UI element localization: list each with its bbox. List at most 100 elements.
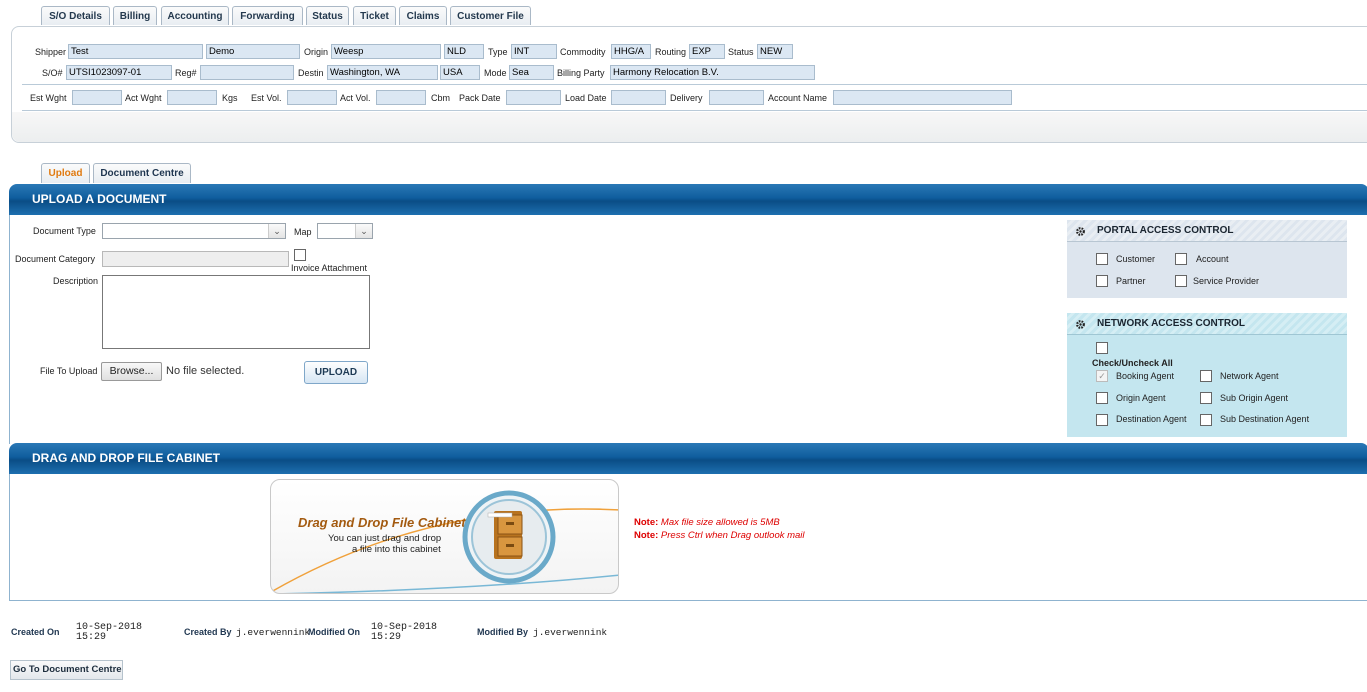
destin-field[interactable]: Washington, WA xyxy=(327,65,438,80)
network-access-header: NETWORK ACCESS CONTROL xyxy=(1067,313,1347,335)
est-wght-label: Est Wght xyxy=(30,93,67,103)
act-vol-field[interactable] xyxy=(376,90,426,105)
origin-field[interactable]: Weesp xyxy=(331,44,441,59)
gear-icon xyxy=(1076,320,1085,329)
portal-access-title: PORTAL ACCESS CONTROL xyxy=(1097,225,1234,236)
tab-so-details[interactable]: S/O Details xyxy=(41,6,110,25)
sub-destination-agent-checkbox[interactable] xyxy=(1200,414,1212,426)
routing-label: Routing xyxy=(655,47,687,57)
shipper-field[interactable]: Test xyxy=(68,44,203,59)
divider xyxy=(22,110,1367,111)
tab-claims[interactable]: Claims xyxy=(399,6,447,25)
partner-checkbox[interactable] xyxy=(1096,275,1108,287)
customer-label: Customer xyxy=(1116,254,1156,264)
act-wght-field[interactable] xyxy=(167,90,217,105)
note-ctrl-drag: Note: Press Ctrl when Drag outlook mail xyxy=(634,530,805,541)
upload-section-header: UPLOAD A DOCUMENT xyxy=(9,184,1367,215)
booking-agent-checkbox: ✓ xyxy=(1096,370,1108,382)
modified-on-label: Modified On xyxy=(308,627,360,637)
cbm-label: Cbm xyxy=(431,93,451,103)
invoice-attachment-checkbox[interactable] xyxy=(294,249,306,261)
document-category-field[interactable] xyxy=(102,251,289,267)
tab-customer-file[interactable]: Customer File xyxy=(450,6,531,25)
act-wght-label: Act Wght xyxy=(125,93,162,103)
tab-upload[interactable]: Upload xyxy=(41,163,90,183)
shipper-label: Shipper xyxy=(35,47,67,57)
destination-agent-checkbox[interactable] xyxy=(1096,414,1108,426)
pack-date-field[interactable] xyxy=(506,90,561,105)
commodity-field[interactable]: HHG/A xyxy=(611,44,651,59)
account-checkbox[interactable] xyxy=(1175,253,1187,265)
map-select[interactable]: ⌄ xyxy=(317,223,373,239)
status-field[interactable]: NEW xyxy=(757,44,793,59)
origin-agent-checkbox[interactable] xyxy=(1096,392,1108,404)
tab-billing[interactable]: Billing xyxy=(113,6,157,25)
delivery-field[interactable] xyxy=(709,90,764,105)
shipper-name-field[interactable]: Demo xyxy=(206,44,300,59)
service-provider-label: Service Provider xyxy=(1193,276,1260,286)
commodity-label: Commodity xyxy=(560,47,606,57)
pack-date-label: Pack Date xyxy=(459,93,501,103)
check-all-label: Check/Uncheck All xyxy=(1092,358,1173,368)
sub-destination-agent-label: Sub Destination Agent xyxy=(1220,414,1310,424)
network-agent-label: Network Agent xyxy=(1220,371,1279,381)
sub-origin-agent-checkbox[interactable] xyxy=(1200,392,1212,404)
portal-access-header: PORTAL ACCESS CONTROL xyxy=(1067,220,1347,242)
customer-checkbox[interactable] xyxy=(1096,253,1108,265)
invoice-attachment-label: Invoice Attachment xyxy=(291,263,368,273)
modified-by-value: j.everwennink xyxy=(533,627,608,638)
document-type-select[interactable]: ⌄ xyxy=(102,223,286,239)
created-by-value: j.everwennink xyxy=(236,627,311,638)
created-on-label: Created On xyxy=(11,627,60,637)
so-number-field[interactable]: UTSI1023097-01 xyxy=(66,65,172,80)
account-name-field[interactable] xyxy=(833,90,1012,105)
chevron-down-icon: ⌄ xyxy=(268,224,285,238)
partner-label: Partner xyxy=(1116,276,1146,286)
modified-by-label: Modified By xyxy=(477,627,528,637)
document-type-label: Document Type xyxy=(33,226,96,236)
drop-zone[interactable]: Drag and Drop File Cabinet You can just … xyxy=(270,479,619,594)
tab-document-centre[interactable]: Document Centre xyxy=(93,163,191,183)
swoosh-graphic xyxy=(271,508,618,593)
reg-field[interactable] xyxy=(200,65,294,80)
est-wght-field[interactable] xyxy=(72,90,122,105)
origin-label: Origin xyxy=(304,47,329,57)
tab-forwarding[interactable]: Forwarding xyxy=(232,6,303,25)
note-ctrl-drag-text: Press Ctrl when Drag outlook mail xyxy=(660,530,805,541)
document-category-label: Document Category xyxy=(15,254,96,264)
note-max-size: Note: Max file size allowed is 5MB xyxy=(634,517,780,528)
upload-button[interactable]: UPLOAD xyxy=(304,361,368,384)
modified-on-time: 15:29 xyxy=(371,632,402,643)
created-by-label: Created By xyxy=(184,627,232,637)
origin-country-field[interactable]: NLD xyxy=(444,44,484,59)
kgs-label: Kgs xyxy=(222,93,238,103)
destin-country-field[interactable]: USA xyxy=(440,65,480,80)
tab-ticket[interactable]: Ticket xyxy=(353,6,396,25)
status-label: Status xyxy=(728,47,754,57)
check-all-checkbox[interactable] xyxy=(1096,342,1108,354)
mode-field[interactable]: Sea xyxy=(509,65,554,80)
note-label: Note: xyxy=(634,530,659,541)
network-agent-checkbox[interactable] xyxy=(1200,370,1212,382)
cabinet-section-header: DRAG AND DROP FILE CABINET xyxy=(9,443,1367,474)
cabinet-heading: Drag and Drop File Cabinet xyxy=(298,515,466,530)
reg-label: Reg# xyxy=(175,68,197,78)
file-to-upload-label: File To Upload xyxy=(40,366,98,376)
browse-button[interactable]: Browse... xyxy=(101,362,162,381)
destination-agent-label: Destination Agent xyxy=(1116,414,1187,424)
est-vol-label: Est Vol. xyxy=(251,93,282,103)
type-field[interactable]: INT xyxy=(511,44,557,59)
act-vol-label: Act Vol. xyxy=(340,93,371,103)
est-vol-field[interactable] xyxy=(287,90,337,105)
load-date-field[interactable] xyxy=(611,90,666,105)
tab-status[interactable]: Status xyxy=(306,6,349,25)
load-date-label: Load Date xyxy=(565,93,607,103)
go-to-document-centre-button[interactable]: Go To Document Centre xyxy=(10,660,123,680)
tab-accounting[interactable]: Accounting xyxy=(161,6,229,25)
booking-agent-label: Booking Agent xyxy=(1116,371,1175,381)
service-provider-checkbox[interactable] xyxy=(1175,275,1187,287)
billing-party-field[interactable]: Harmony Relocation B.V. xyxy=(610,65,815,80)
routing-field[interactable]: EXP xyxy=(689,44,725,59)
description-textarea[interactable] xyxy=(102,275,370,349)
file-cabinet-icon xyxy=(462,490,556,584)
